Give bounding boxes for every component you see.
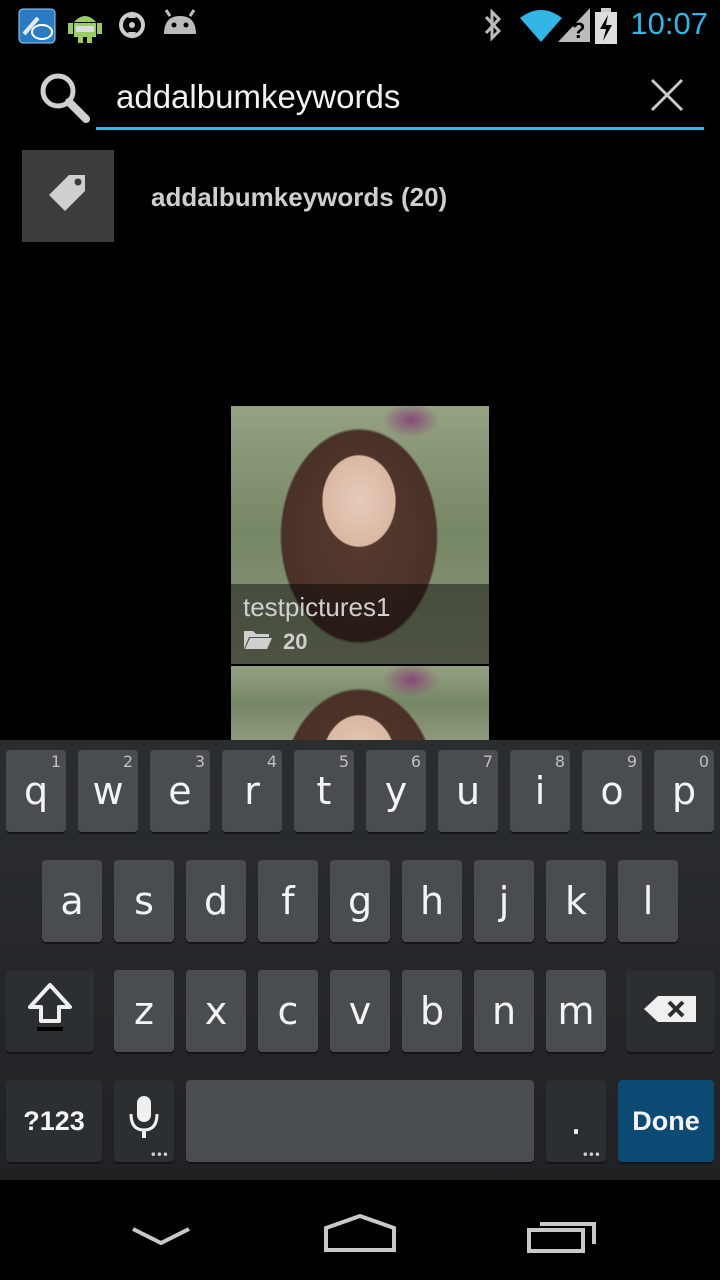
album-caption: testpictures1 20: [231, 584, 489, 664]
home-icon[interactable]: [322, 1212, 398, 1259]
search-input[interactable]: addalbumkeywords: [96, 72, 704, 130]
key-n[interactable]: n: [474, 970, 534, 1052]
android-debug-icon: [68, 8, 102, 49]
microphone-icon: [127, 1094, 161, 1149]
close-icon[interactable]: [648, 76, 686, 119]
key-p[interactable]: p0: [654, 750, 714, 832]
key-u[interactable]: u7: [438, 750, 498, 832]
shift-key[interactable]: [6, 970, 94, 1052]
key-y[interactable]: y6: [366, 750, 426, 832]
key-t[interactable]: t5: [294, 750, 354, 832]
search-bar: addalbumkeywords: [0, 50, 720, 140]
album-tile[interactable]: [231, 666, 489, 740]
intel-app-icon: [18, 8, 56, 49]
suggestion-label: addalbumkeywords (20): [151, 182, 448, 212]
key-k[interactable]: k: [546, 860, 606, 942]
key-x[interactable]: x: [186, 970, 246, 1052]
tag-icon-box: [22, 150, 114, 242]
signal-unknown-icon: ?: [558, 8, 590, 47]
android-icon: [162, 8, 198, 43]
period-key[interactable]: . •••: [546, 1080, 606, 1162]
album-count: 20: [283, 628, 308, 654]
hide-keyboard-icon[interactable]: [130, 1224, 192, 1253]
bluetooth-icon: [482, 8, 504, 47]
search-query-text: addalbumkeywords: [116, 78, 401, 115]
album-tile[interactable]: testpictures1 20: [231, 406, 489, 664]
voice-input-key[interactable]: •••: [114, 1080, 174, 1162]
recent-apps-icon[interactable]: [526, 1216, 598, 1259]
folder-icon: [243, 628, 273, 655]
sync-icon: [116, 8, 148, 47]
tag-icon: [45, 171, 91, 222]
key-q[interactable]: q1: [6, 750, 66, 832]
key-f[interactable]: f: [258, 860, 318, 942]
key-c[interactable]: c: [258, 970, 318, 1052]
key-v[interactable]: v: [330, 970, 390, 1052]
space-key[interactable]: [186, 1080, 534, 1162]
album-name: testpictures1: [243, 592, 391, 622]
key-s[interactable]: s: [114, 860, 174, 942]
key-b[interactable]: b: [402, 970, 462, 1052]
key-a[interactable]: a: [42, 860, 102, 942]
key-z[interactable]: z: [114, 970, 174, 1052]
battery-charging-icon: [594, 8, 618, 49]
search-suggestion[interactable]: addalbumkeywords (20): [0, 148, 720, 244]
key-h[interactable]: h: [402, 860, 462, 942]
wifi-icon: [520, 8, 562, 47]
backspace-icon: [642, 989, 698, 1033]
key-g[interactable]: g: [330, 860, 390, 942]
key-m[interactable]: m: [546, 970, 606, 1052]
key-r[interactable]: r4: [222, 750, 282, 832]
key-e[interactable]: e3: [150, 750, 210, 832]
key-d[interactable]: d: [186, 860, 246, 942]
navigation-bar: [0, 1180, 720, 1280]
key-j[interactable]: j: [474, 860, 534, 942]
status-bar: ? 10:07: [0, 0, 720, 50]
key-l[interactable]: l: [618, 860, 678, 942]
key-w[interactable]: w2: [78, 750, 138, 832]
soft-keyboard: q1 w2 e3 r4 t5 y6 u7 i8 o9 p0 a s d f g …: [0, 740, 720, 1180]
symbols-key[interactable]: ?123: [6, 1080, 102, 1162]
backspace-key[interactable]: [626, 970, 714, 1052]
svg-text:?: ?: [572, 18, 585, 42]
shift-icon: [26, 981, 74, 1042]
key-i[interactable]: i8: [510, 750, 570, 832]
search-icon[interactable]: [36, 70, 92, 129]
status-time: 10:07: [630, 6, 708, 41]
key-o[interactable]: o9: [582, 750, 642, 832]
done-key[interactable]: Done: [618, 1080, 714, 1162]
